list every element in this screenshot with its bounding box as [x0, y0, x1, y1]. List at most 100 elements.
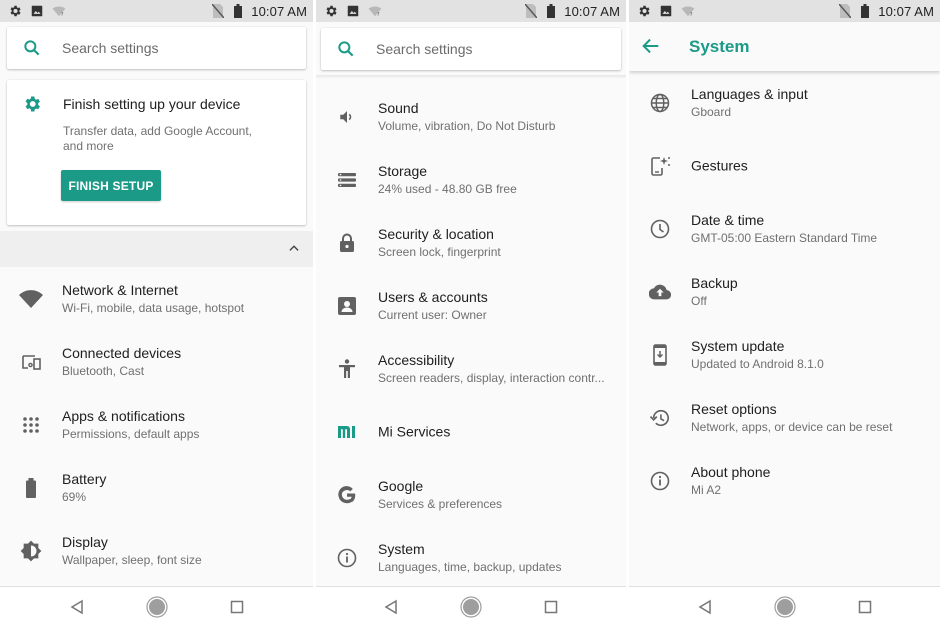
system-item-gestures[interactable]: Gestures	[629, 134, 940, 197]
item-subtitle: Network, apps, or device can be reset	[691, 419, 893, 434]
settings-gear-icon	[324, 4, 338, 18]
restore-icon	[647, 405, 673, 431]
wifi-unknown-icon: ?	[52, 4, 66, 18]
status-time: 10:07 AM	[251, 3, 307, 19]
system-settings-panel: ? 10:07 AM System Languages & input Gboar…	[629, 0, 940, 627]
search-icon	[321, 39, 371, 59]
google-g-icon	[334, 482, 360, 508]
settings-item-google[interactable]: Google Services & preferences	[316, 463, 626, 526]
recents-icon[interactable]	[540, 596, 562, 618]
image-icon	[659, 4, 673, 18]
item-title: Connected devices	[62, 344, 182, 361]
search-settings-bar[interactable]: Search settings	[7, 27, 306, 69]
settings-item-system[interactable]: System Languages, time, backup, updates	[316, 526, 626, 589]
item-title: Storage	[378, 162, 428, 179]
item-title: Gestures	[691, 157, 748, 173]
wifi-icon	[18, 286, 44, 312]
page-title: System	[689, 37, 750, 56]
lock-icon	[334, 230, 360, 256]
item-subtitle: Wi-Fi, mobile, data usage, hotspot	[62, 300, 245, 315]
settings-item-mi-services[interactable]: Mi Services	[316, 400, 626, 463]
settings-item-users[interactable]: Users & accounts Current user: Owner	[316, 274, 626, 337]
clock-icon	[647, 216, 673, 242]
home-icon[interactable]	[145, 596, 168, 618]
item-subtitle: Screen readers, display, interaction con…	[378, 370, 605, 385]
apps-grid-icon	[18, 412, 44, 438]
battery-icon	[231, 4, 245, 18]
home-icon[interactable]	[773, 596, 796, 618]
item-subtitle: Updated to Android 8.1.0	[691, 356, 824, 371]
system-item-reset[interactable]: Reset options Network, apps, or device ca…	[629, 386, 940, 449]
finish-setup-button[interactable]: FINISH SETUP	[61, 170, 161, 201]
settings-list: Sound Volume, vibration, Do Not Disturb S…	[316, 85, 626, 589]
back-icon[interactable]	[694, 596, 716, 618]
back-icon[interactable]	[66, 596, 88, 618]
item-title: System	[378, 540, 425, 557]
settings-item-storage[interactable]: Storage 24% used - 48.80 GB free	[316, 148, 626, 211]
back-icon[interactable]	[380, 596, 402, 618]
recents-icon[interactable]	[226, 596, 248, 618]
settings-gear-icon	[637, 4, 651, 18]
settings-item-apps[interactable]: Apps & notifications Permissions, default…	[0, 393, 313, 456]
svg-text:?: ?	[61, 12, 64, 18]
system-item-about-phone[interactable]: About phone Mi A2	[629, 449, 940, 512]
home-icon[interactable]	[460, 596, 482, 618]
settings-gear-icon	[22, 94, 42, 119]
settings-item-security[interactable]: Security & location Screen lock, fingerpr…	[316, 211, 626, 274]
item-title: Security & location	[378, 225, 494, 242]
chevron-up-icon[interactable]	[287, 241, 301, 260]
settings-home-panel-bottom: ? 10:07 AM Search settings Sound Volume, …	[316, 0, 626, 627]
divider	[316, 75, 626, 79]
item-title: Sound	[378, 99, 419, 116]
status-time: 10:07 AM	[564, 3, 620, 19]
info-icon	[334, 545, 360, 571]
item-subtitle: Volume, vibration, Do Not Disturb	[378, 118, 556, 133]
item-title: About phone	[691, 463, 771, 480]
item-subtitle: Current user: Owner	[378, 307, 487, 322]
search-placeholder: Search settings	[376, 41, 473, 57]
search-settings-bar[interactable]: Search settings	[321, 28, 621, 70]
settings-item-connected-devices[interactable]: Connected devices Bluetooth, Cast	[0, 330, 313, 393]
settings-item-display[interactable]: Display Wallpaper, sleep, font size	[0, 519, 313, 582]
navigation-bar	[316, 586, 626, 627]
search-placeholder: Search settings	[62, 40, 159, 56]
system-item-date-time[interactable]: Date & time GMT-05:00 Eastern Standard Ti…	[629, 197, 940, 260]
connected-devices-icon	[18, 349, 44, 375]
battery-icon	[858, 4, 872, 18]
item-subtitle: Bluetooth, Cast	[62, 363, 145, 378]
system-item-update[interactable]: System update Updated to Android 8.1.0	[629, 323, 940, 386]
settings-gear-icon	[8, 4, 22, 18]
recents-icon[interactable]	[854, 596, 876, 618]
settings-list: Network & Internet Wi-Fi, mobile, data us…	[0, 267, 313, 582]
settings-item-accessibility[interactable]: Accessibility Screen readers, display, in…	[316, 337, 626, 400]
item-title: Google	[378, 477, 424, 494]
item-subtitle: 69%	[62, 489, 87, 504]
item-subtitle: Wallpaper, sleep, font size	[62, 552, 202, 567]
item-subtitle: GMT-05:00 Eastern Standard Time	[691, 230, 878, 245]
system-item-languages[interactable]: Languages & input Gboard	[629, 71, 940, 134]
status-time: 10:07 AM	[878, 3, 934, 19]
item-title: Display	[62, 533, 108, 550]
item-title: Apps & notifications	[62, 407, 185, 424]
app-toolbar: System	[629, 22, 940, 71]
navigation-bar	[0, 586, 313, 627]
system-item-backup[interactable]: Backup Off	[629, 260, 940, 323]
settings-item-battery[interactable]: Battery 69%	[0, 456, 313, 519]
item-title: Backup	[691, 274, 738, 291]
system-update-icon	[647, 342, 673, 368]
item-title: Network & Internet	[62, 281, 178, 298]
cloud-upload-icon	[647, 279, 673, 305]
brightness-icon	[18, 538, 44, 564]
item-subtitle: Services & preferences	[378, 496, 503, 511]
wifi-unknown-icon: ?	[368, 4, 382, 18]
item-subtitle: Permissions, default apps	[62, 426, 200, 441]
item-title: Users & accounts	[378, 288, 488, 305]
gestures-icon	[647, 153, 673, 179]
battery-icon	[18, 475, 44, 501]
no-sim-icon	[211, 4, 225, 18]
settings-item-sound[interactable]: Sound Volume, vibration, Do Not Disturb	[316, 85, 626, 148]
item-subtitle: Languages, time, backup, updates	[378, 559, 562, 574]
settings-item-network[interactable]: Network & Internet Wi-Fi, mobile, data us…	[0, 267, 313, 330]
back-arrow-icon[interactable]	[640, 35, 662, 57]
suggestions-collapse-bar[interactable]	[0, 231, 313, 267]
